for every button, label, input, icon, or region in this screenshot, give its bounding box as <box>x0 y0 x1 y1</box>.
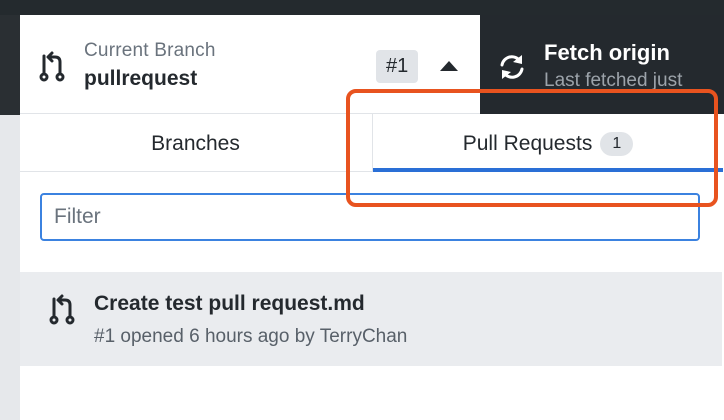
pull-request-list-item[interactable]: Create test pull request.md #1 opened 6 … <box>20 272 722 366</box>
top-strip <box>0 0 724 15</box>
caret-up-icon <box>440 61 458 71</box>
current-branch-name: pullrequest <box>84 67 198 90</box>
current-branch-caption: Current Branch <box>84 40 216 61</box>
pull-request-subtitle: #1 opened 6 hours ago by TerryChan <box>94 326 408 347</box>
left-gutter <box>0 15 20 420</box>
highlight-annotation <box>346 89 718 207</box>
pull-request-icon <box>49 294 75 325</box>
sync-icon <box>500 55 524 79</box>
fetch-origin-title: Fetch origin <box>544 40 670 65</box>
tab-branches[interactable]: Branches <box>20 114 371 171</box>
pull-request-icon <box>39 51 65 82</box>
pull-request-title: Create test pull request.md <box>94 292 365 315</box>
tab-branches-label: Branches <box>151 132 240 155</box>
pr-number-badge: #1 <box>376 50 419 83</box>
